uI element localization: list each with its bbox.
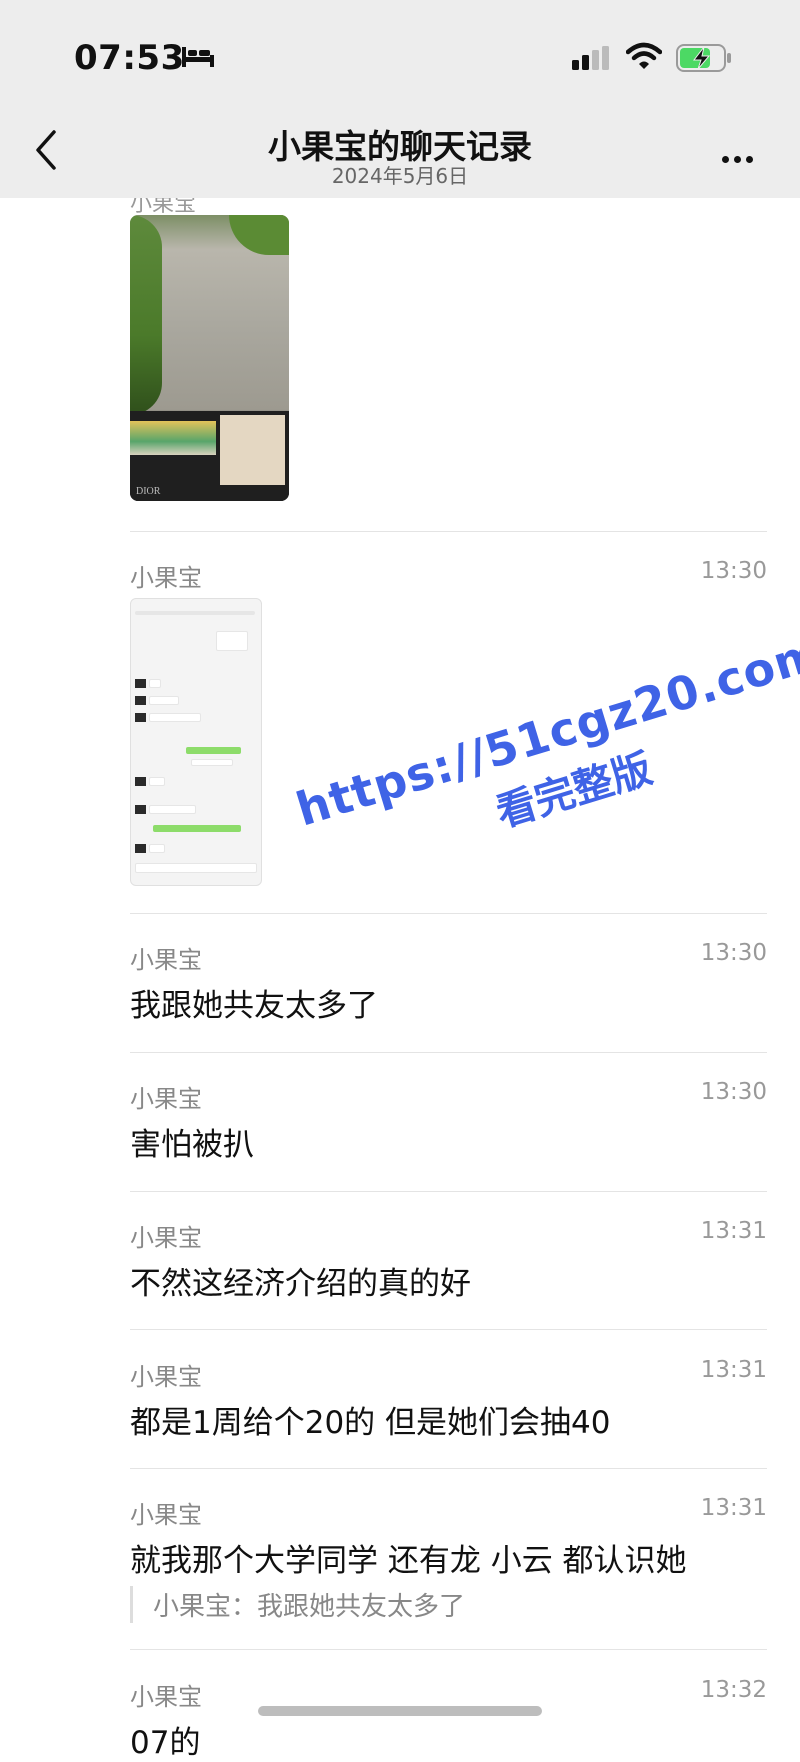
sender-name: 小果宝 <box>130 1224 202 1252</box>
wifi-icon <box>626 42 662 69</box>
screenshot-message-image[interactable] <box>130 598 262 886</box>
message-time: 13:31 <box>700 1495 767 1521</box>
message-time: 13:31 <box>700 1357 767 1383</box>
sender-name: 小果宝 <box>130 1085 202 1113</box>
divider <box>130 913 767 914</box>
photo-message-image[interactable]: DIOR <box>130 215 289 501</box>
message-text[interactable]: 07的 <box>130 1717 200 1762</box>
sender-name: 小果宝 <box>130 564 202 592</box>
quoted-message[interactable]: 小果宝：我跟她共友太多了 <box>130 1586 465 1623</box>
bed-icon <box>182 47 214 67</box>
message-time: 13:32 <box>700 1677 767 1703</box>
battery-charging-icon <box>676 44 731 72</box>
divider <box>130 1191 767 1192</box>
sender-name: 小果宝 <box>130 946 202 974</box>
divider <box>130 531 767 532</box>
message-time: 13:30 <box>700 940 767 966</box>
page-subtitle-date: 2024年5月6日 <box>331 164 469 188</box>
more-dots-icon <box>722 156 729 163</box>
message-text[interactable]: 我跟她共友太多了 <box>130 980 378 1025</box>
divider <box>130 1052 767 1053</box>
message-time: 13:31 <box>700 1218 767 1244</box>
divider <box>130 1468 767 1469</box>
sender-name: 小果宝 <box>130 1683 202 1711</box>
more-options-button[interactable] <box>722 148 762 163</box>
divider <box>130 1649 767 1650</box>
message-time: 13:30 <box>700 558 767 584</box>
cellular-signal-icon <box>572 46 609 70</box>
message-text[interactable]: 害怕被扒 <box>130 1119 254 1164</box>
message-text[interactable]: 都是1周给个20的 但是她们会抽40 <box>130 1397 610 1442</box>
message-time: 13:30 <box>700 1079 767 1105</box>
sender-name: 小果宝 <box>130 1501 202 1529</box>
photo-logo: DIOR <box>136 486 161 497</box>
navigation-header: 07:53 小果宝的聊天记录 2024年5月6日 <box>0 0 800 198</box>
sender-name: 小果宝 <box>130 1363 202 1391</box>
message-text[interactable]: 就我那个大学同学 还有龙 小云 都认识她 <box>130 1535 687 1580</box>
message-text[interactable]: 不然这经济介绍的真的好 <box>130 1258 471 1303</box>
chat-record-list: 小果宝 DIOR 小果宝 13:30 小果宝 13:30 我跟她共友太多了 小果… <box>0 0 800 1761</box>
divider <box>130 1329 767 1330</box>
home-indicator[interactable] <box>258 1706 542 1716</box>
status-time: 07:53 <box>74 38 185 78</box>
